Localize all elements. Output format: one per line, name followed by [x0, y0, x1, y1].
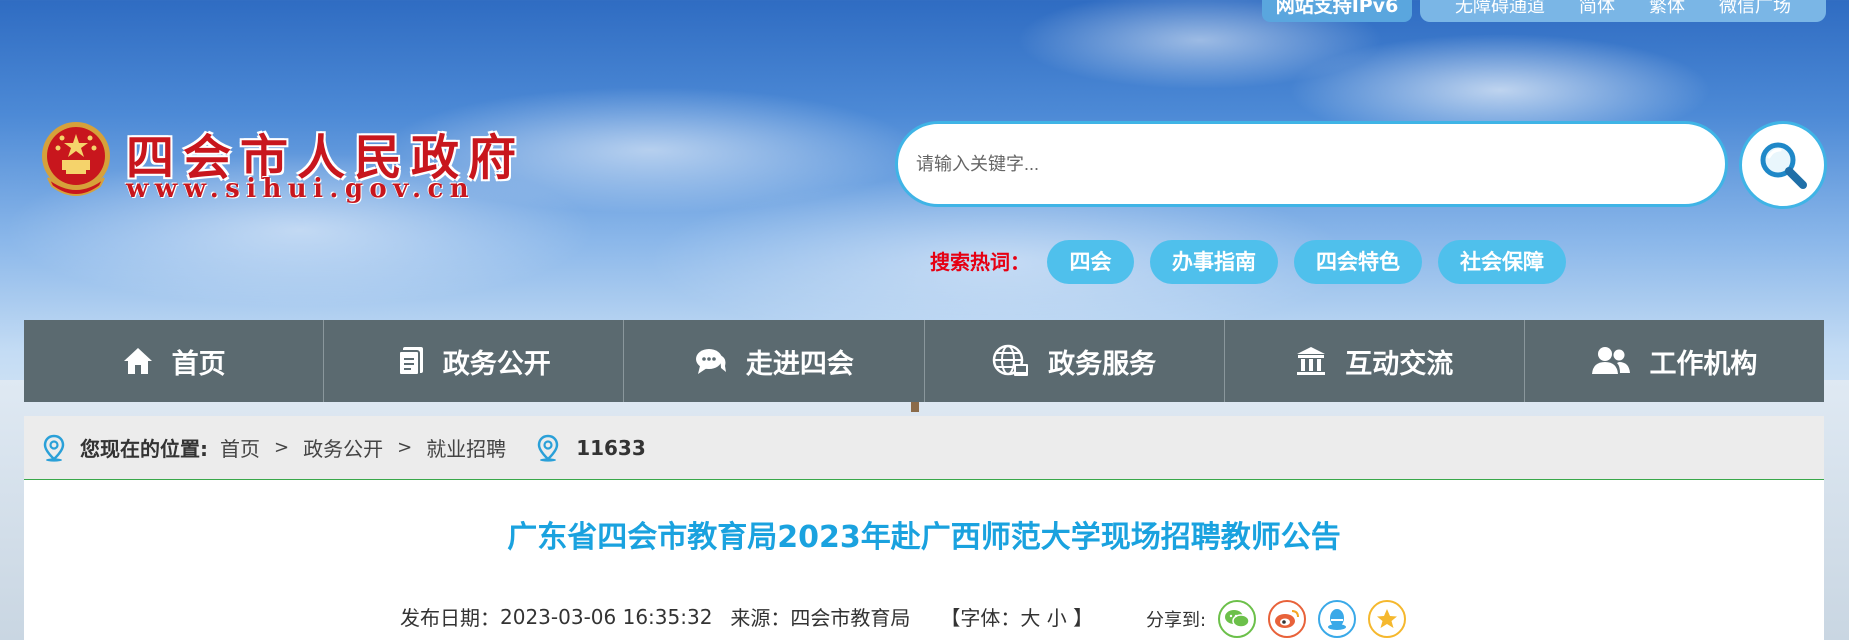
nav-item-label: 政务服务: [1048, 348, 1157, 380]
hot-words-label: 搜索热词：: [930, 250, 1030, 274]
share-favorite-button[interactable]: [1368, 600, 1407, 638]
search-icon: [1760, 142, 1807, 189]
source-label: 来源：: [730, 606, 791, 630]
home-icon: [123, 348, 152, 374]
breadcrumb-home-link[interactable]: 首页: [220, 433, 260, 462]
globe-icon: [992, 344, 1029, 376]
wechat-icon: [1225, 610, 1250, 628]
document-icon: [397, 347, 423, 376]
font-small-button[interactable]: 小: [1047, 606, 1067, 630]
share-label: 分享到:: [1146, 610, 1207, 631]
font-large-button[interactable]: 大: [1020, 606, 1040, 630]
share-bar: 分享到:: [1146, 600, 1407, 638]
search-button[interactable]: [1739, 121, 1827, 209]
view-count: 11633: [576, 435, 646, 460]
hot-word-tag[interactable]: 办事指南: [1150, 240, 1278, 284]
nav-item-about-sihui[interactable]: 走进四会: [624, 320, 925, 402]
national-emblem-icon: [42, 122, 110, 196]
nav-item-government-services[interactable]: 政务服务: [925, 320, 1225, 402]
publish-date: 2023-03-06 16:35:32: [500, 604, 713, 629]
nav-item-label: 互动交流: [1345, 348, 1454, 380]
nav-item-label: 走进四会: [745, 348, 854, 380]
traditional-chinese-link[interactable]: 繁体: [1649, 0, 1685, 19]
hot-word-tag[interactable]: 四会: [1047, 240, 1134, 284]
font-size-control: 【字体：大 小 】: [940, 602, 1093, 631]
site-url: www.sihui.gov.cn: [126, 174, 476, 204]
article-meta: 发布日期： 2023-03-06 16:35:32 来源： 四会市教育局 【字体…: [400, 602, 1093, 631]
share-wechat-button[interactable]: [1218, 600, 1257, 638]
content-panel: 您现在的位置: 首页 > 政务公开 > 就业招聘 11633 广东省四会市教育局…: [24, 416, 1824, 640]
hot-word-tag[interactable]: 四会特色: [1294, 240, 1422, 284]
people-icon: [1592, 347, 1631, 374]
font-size-close: 】: [1073, 606, 1094, 630]
location-pin-icon: [43, 434, 65, 462]
building-icon: [1297, 347, 1326, 375]
wechat-square-link[interactable]: 微信广场: [1719, 0, 1791, 19]
share-qq-button[interactable]: [1318, 600, 1357, 638]
view-count-icon: [537, 434, 559, 462]
nav-item-government-affairs[interactable]: 政务公开: [324, 320, 625, 402]
breadcrumb-gov-affairs-link[interactable]: 政务公开: [303, 433, 383, 462]
nav-item-interaction[interactable]: 互动交流: [1225, 320, 1525, 402]
nav-item-label: 首页: [171, 348, 226, 380]
publish-date-label: 发布日期：: [400, 606, 500, 630]
top-links-bar: 无障碍通道 简体 繁体 微信广场: [1420, 0, 1826, 22]
font-size-label: 【字体：: [940, 606, 1021, 630]
accessibility-link[interactable]: 无障碍通道: [1455, 0, 1545, 19]
nav-item-organizations[interactable]: 工作机构: [1525, 320, 1824, 402]
ipv6-badge: 网站支持IPv6: [1262, 0, 1412, 22]
breadcrumb: 您现在的位置: 首页 > 政务公开 > 就业招聘 11633: [24, 416, 1824, 480]
hot-word-tag[interactable]: 社会保障: [1438, 240, 1566, 284]
site-logo[interactable]: 四会市人民政府 www.sihui.gov.cn: [38, 116, 518, 206]
qq-icon: [1328, 609, 1347, 630]
article-title: 广东省四会市教育局2023年赴广西师范大学现场招聘教师公告: [507, 520, 1341, 555]
share-weibo-button[interactable]: [1268, 600, 1307, 638]
breadcrumb-employment-link[interactable]: 就业招聘: [426, 433, 506, 462]
breadcrumb-separator: >: [274, 437, 290, 458]
weibo-icon: [1275, 610, 1300, 628]
nav-item-home[interactable]: 首页: [24, 320, 325, 402]
main-nav: 首页 政务公开 走进四会 政务服务 互动交流 工作机构: [24, 320, 1824, 402]
breadcrumb-label: 您现在的位置:: [80, 437, 208, 461]
simplified-chinese-link[interactable]: 简体: [1579, 0, 1615, 19]
nav-item-label: 工作机构: [1649, 348, 1758, 380]
search-box: [895, 121, 1728, 207]
chat-icon: [695, 349, 726, 374]
article-source: 四会市教育局: [790, 606, 911, 630]
search-input[interactable]: [898, 124, 1725, 204]
favorite-icon: [1377, 609, 1398, 628]
nav-item-label: 政务公开: [442, 348, 551, 380]
breadcrumb-separator: >: [397, 437, 413, 458]
